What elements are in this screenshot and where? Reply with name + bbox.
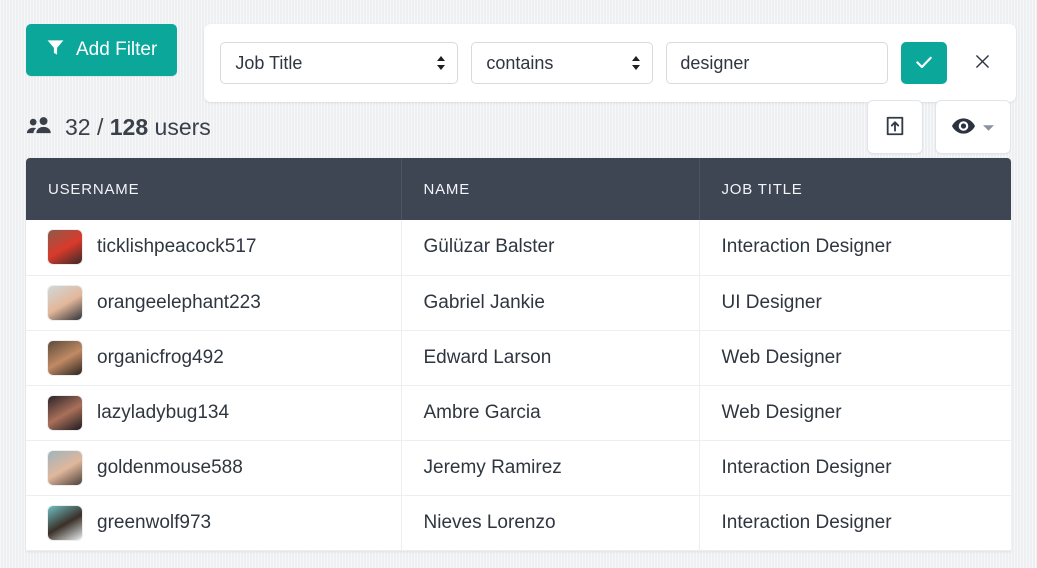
avatar (48, 340, 82, 375)
users-table: USERNAME NAME JOB TITLE ticklishpeacock5… (26, 158, 1011, 551)
username-text: lazyladybug134 (97, 401, 230, 423)
export-button[interactable] (867, 100, 923, 154)
count-separator: / (96, 113, 104, 140)
job-title-text: Interaction Designer (721, 511, 892, 533)
users-table-card: USERNAME NAME JOB TITLE ticklishpeacock5… (26, 158, 1011, 551)
column-visibility-button[interactable] (935, 100, 1011, 154)
eye-icon (952, 117, 975, 137)
cell-username: goldenmouse588 (26, 440, 402, 496)
cell-name: Nieves Lorenzo (401, 495, 700, 551)
name-text: Gülüzar Balster (423, 236, 555, 258)
apply-filter-button[interactable] (901, 42, 948, 84)
table-row[interactable]: greenwolf973 Nieves Lorenzo Interaction De… (26, 495, 1011, 551)
name-text: Ambre Garcia (423, 401, 541, 423)
chevron-down-icon (983, 120, 994, 135)
cell-username: greenwolf973 (26, 495, 402, 551)
user-count: 32 / 128 users (26, 114, 211, 141)
user-count-text: 32 / 128 users (65, 114, 211, 141)
cell-name: Gülüzar Balster (401, 220, 700, 276)
cell-job-title: Web Designer (699, 330, 1011, 386)
funnel-icon (46, 38, 65, 63)
filter-field-value: Job Title (235, 52, 303, 73)
job-title-text: UI Designer (721, 291, 822, 313)
export-icon (884, 115, 906, 140)
cell-job-title: UI Designer (699, 275, 1011, 331)
avatar (48, 505, 82, 540)
name-text: Edward Larson (423, 346, 552, 368)
cell-job-title: Interaction Designer (699, 495, 1011, 551)
chevron-down-icon (631, 53, 641, 73)
cell-name: Ambre Garcia (401, 385, 700, 441)
cell-username: orangeelephant223 (26, 275, 402, 331)
username-text: ticklishpeacock517 (97, 236, 257, 258)
job-title-text: Interaction Designer (721, 236, 892, 258)
avatar (48, 230, 82, 265)
table-row[interactable]: ticklishpeacock517 Gülüzar Balster Interac… (26, 220, 1011, 276)
avatar (48, 395, 82, 430)
table-row[interactable]: goldenmouse588 Jeremy Ramirez Interaction … (26, 440, 1011, 496)
avatar (48, 450, 82, 485)
add-filter-label: Add Filter (76, 39, 158, 60)
filter-row: Job Title contains (204, 24, 1017, 102)
table-header-row: USERNAME NAME JOB TITLE (26, 158, 1011, 220)
cell-job-title: Interaction Designer (699, 220, 1011, 276)
table-row[interactable]: lazyladybug134 Ambre Garcia Web Designer (26, 385, 1011, 441)
table-header: USERNAME NAME JOB TITLE (26, 158, 1011, 220)
cell-name: Jeremy Ramirez (401, 440, 700, 496)
remove-filter-button[interactable] (964, 42, 1000, 84)
name-text: Nieves Lorenzo (423, 511, 556, 533)
filter-operator-select[interactable]: contains (471, 42, 654, 84)
username-text: organicfrog492 (97, 346, 224, 368)
cell-name: Edward Larson (401, 330, 700, 386)
table-row[interactable]: organicfrog492 Edward Larson Web Designer (26, 330, 1011, 386)
cell-job-title: Interaction Designer (699, 440, 1011, 496)
filter-field-select[interactable]: Job Title (220, 42, 459, 84)
name-text: Gabriel Jankie (423, 291, 545, 313)
filter-value-input[interactable] (666, 42, 889, 84)
name-text: Jeremy Ramirez (423, 456, 562, 478)
column-header-name[interactable]: NAME (401, 158, 700, 220)
chevron-down-icon (436, 53, 446, 73)
table-row[interactable]: orangeelephant223 Gabriel Jankie UI Design… (26, 275, 1011, 331)
summary-bar: 32 / 128 users (0, 96, 1037, 158)
users-label: users (154, 113, 211, 140)
cell-username: lazyladybug134 (26, 385, 402, 441)
job-title-text: Web Designer (721, 346, 842, 368)
cell-username: ticklishpeacock517 (26, 220, 402, 276)
add-filter-button[interactable]: Add Filter (26, 24, 178, 76)
summary-actions (867, 100, 1011, 154)
total-count: 128 (109, 113, 149, 140)
filtered-count: 32 (65, 113, 91, 140)
cell-name: Gabriel Jankie (401, 275, 700, 331)
job-title-text: Interaction Designer (721, 456, 892, 478)
username-text: orangeelephant223 (97, 291, 261, 313)
filter-bar: Add Filter Job Title contains (0, 0, 1037, 102)
check-icon (914, 52, 934, 75)
cell-username: organicfrog492 (26, 330, 402, 386)
cell-job-title: Web Designer (699, 385, 1011, 441)
column-header-username[interactable]: USERNAME (26, 158, 402, 220)
username-text: greenwolf973 (97, 511, 212, 533)
username-text: goldenmouse588 (97, 456, 243, 478)
filter-operator-value: contains (486, 52, 554, 73)
users-icon (26, 114, 53, 141)
close-icon (974, 53, 991, 73)
avatar (48, 285, 82, 320)
table-body: ticklishpeacock517 Gülüzar Balster Interac… (26, 220, 1011, 551)
column-header-job-title[interactable]: JOB TITLE (699, 158, 1011, 220)
job-title-text: Web Designer (721, 401, 842, 423)
